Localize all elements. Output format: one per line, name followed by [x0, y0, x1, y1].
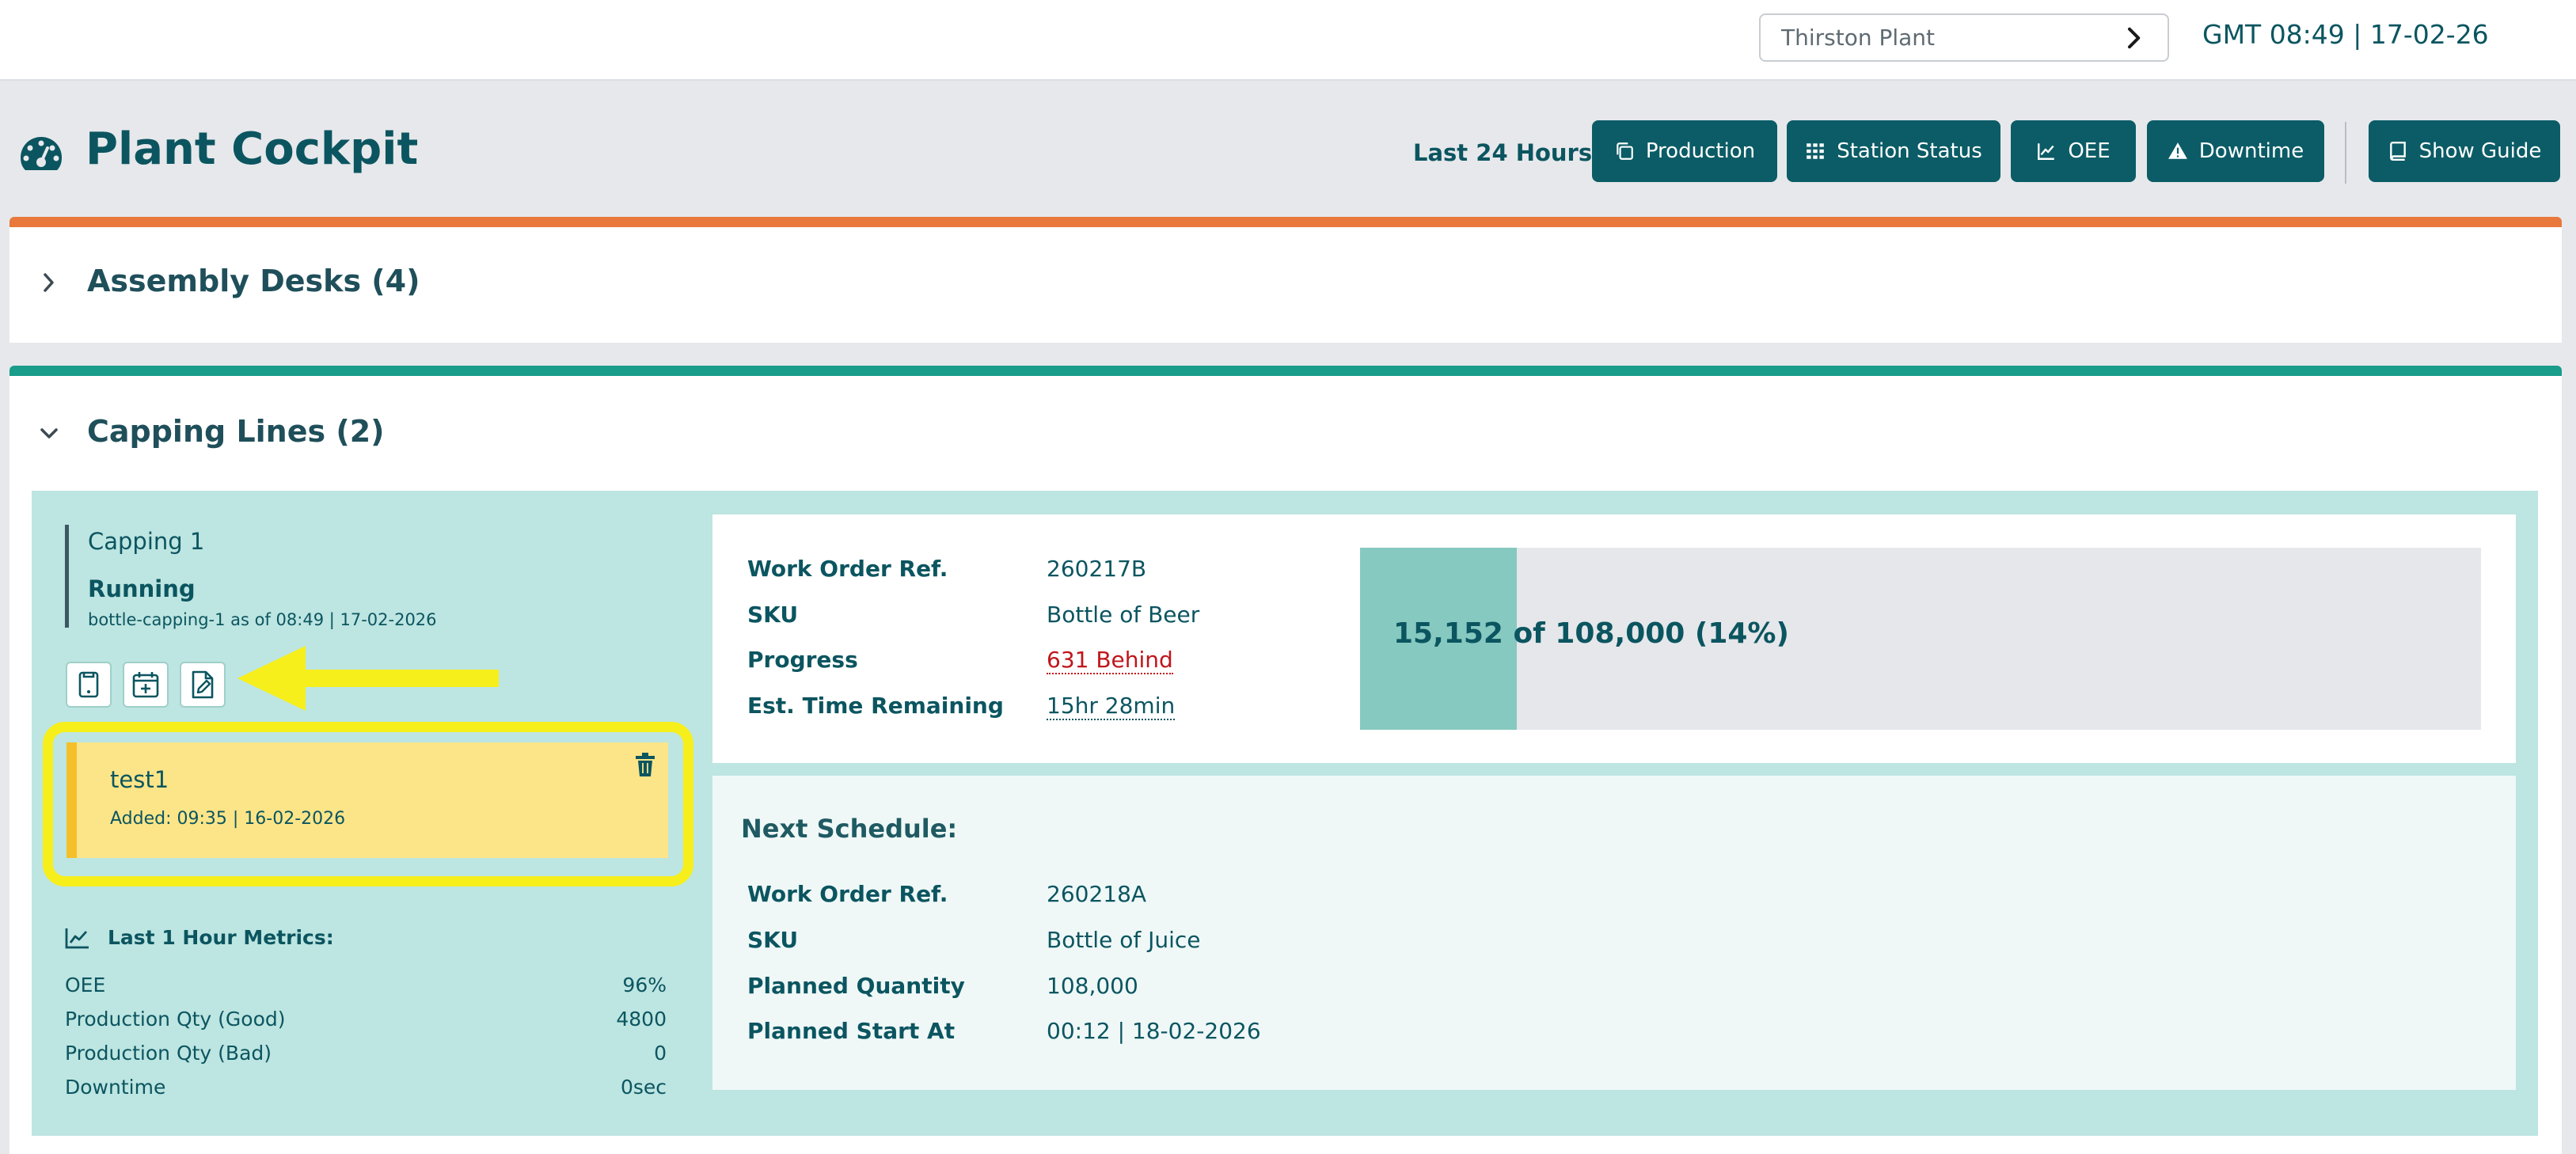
station-status-button-label: Station Status: [1837, 139, 1982, 163]
metric-label: Production Qty (Bad): [65, 1042, 272, 1065]
next-value: 00:12 | 18-02-2026: [1047, 1018, 1261, 1044]
progress-behind[interactable]: 631 Behind: [1047, 647, 1173, 674]
metric-label: Downtime: [65, 1076, 166, 1099]
chevron-right-icon: [44, 273, 54, 292]
metric-value: 0: [654, 1042, 667, 1065]
chevron-down-icon: [40, 428, 58, 438]
metric-label: Production Qty (Good): [65, 1008, 286, 1031]
gauge-icon: [21, 137, 62, 170]
metrics-title: Last 1 Hour Metrics:: [108, 926, 334, 949]
oee-button[interactable]: OEE: [2011, 120, 2136, 182]
capping-section-accent: [9, 366, 2562, 376]
progress-bar: 15,152 of 108,000 (14%): [1360, 548, 2481, 730]
time-remaining[interactable]: 15hr 28min: [1047, 693, 1176, 720]
show-guide-button[interactable]: Show Guide: [2369, 120, 2560, 182]
next-key: Planned Quantity: [747, 973, 965, 999]
show-guide-button-label: Show Guide: [2418, 139, 2542, 163]
production-button[interactable]: Production: [1592, 120, 1777, 182]
file-edit-icon: [192, 670, 214, 699]
station-state: Running: [88, 575, 196, 602]
next-key: Work Order Ref.: [747, 881, 948, 907]
assembly-section: Assembly Desks (4): [9, 227, 2562, 343]
add-note-button[interactable]: [180, 662, 226, 708]
line-chart-icon: [2038, 143, 2055, 160]
next-value: 260218A: [1047, 881, 1147, 907]
annotation-arrow-icon: [237, 646, 499, 711]
metric-value: 4800: [616, 1008, 667, 1031]
grid-icon: [1807, 143, 1825, 159]
next-schedule-title: Next Schedule:: [741, 814, 958, 844]
capping-section-toggle[interactable]: [33, 418, 65, 450]
range-label: Last 24 Hours:: [1413, 139, 1601, 166]
metric-row: Production Qty (Bad) 0: [65, 1042, 667, 1073]
trash-icon[interactable]: [633, 752, 657, 777]
downtime-button[interactable]: Downtime: [2147, 120, 2324, 182]
copy-icon: [1617, 142, 1633, 160]
wo-key: SKU: [747, 602, 799, 628]
wo-value: Bottle of Beer: [1047, 602, 1200, 628]
tablet-icon: [78, 671, 99, 698]
metric-row: Downtime 0sec: [65, 1076, 667, 1107]
header-divider: [2345, 122, 2346, 184]
warning-icon: [2168, 142, 2187, 159]
page-title: Plant Cockpit: [85, 123, 419, 175]
note-title: test1: [110, 766, 169, 793]
metric-value: 96%: [622, 974, 667, 996]
assembly-section-title[interactable]: Assembly Desks (4): [87, 264, 420, 298]
plant-selector[interactable]: Thirston Plant: [1759, 13, 2169, 62]
next-key: Planned Start At: [747, 1018, 956, 1044]
assembly-section-accent: [9, 217, 2562, 227]
station-subtitle: bottle-capping-1 as of 08:49 | 17-02-202…: [88, 610, 437, 629]
note-added: Added: 09:35 | 16-02-2026: [110, 809, 346, 829]
note-card[interactable]: test1 Added: 09:35 | 16-02-2026: [66, 742, 668, 858]
oee-button-label: OEE: [2068, 139, 2111, 163]
station-status-button[interactable]: Station Status: [1787, 120, 2000, 182]
next-value: Bottle of Juice: [1047, 927, 1201, 953]
station-status-block: Capping 1 Running bottle-capping-1 as of…: [65, 525, 445, 629]
downtime-button-label: Downtime: [2198, 139, 2304, 163]
wo-value: 260217B: [1047, 556, 1147, 582]
chevron-right-icon: [2128, 27, 2141, 49]
next-schedule-panel: Next Schedule: Work Order Ref. 260218A S…: [712, 776, 2516, 1090]
wo-key: Est. Time Remaining: [747, 693, 1004, 719]
next-value: 108,000: [1047, 973, 1138, 999]
plant-selector-value: Thirston Plant: [1781, 25, 1936, 51]
metric-row: OEE 96%: [65, 974, 667, 1005]
book-icon: [2389, 141, 2406, 161]
top-bar: Thirston Plant GMT 08:49 | 17-02-26: [0, 0, 2576, 81]
schedule-add-button[interactable]: [123, 662, 169, 708]
next-key: SKU: [747, 927, 799, 953]
metric-row: Production Qty (Good) 4800: [65, 1008, 667, 1039]
capping-section-title[interactable]: Capping Lines (2): [87, 414, 385, 449]
production-button-label: Production: [1645, 139, 1756, 163]
progress-text: 15,152 of 108,000 (14%): [1393, 617, 1789, 650]
calendar-add-icon: [132, 672, 159, 698]
metrics-header: Last 1 Hour Metrics:: [65, 926, 334, 949]
metric-value: 0sec: [620, 1076, 667, 1099]
page-header: Plant Cockpit Last 24 Hours: Production …: [0, 82, 2576, 215]
work-order-panel: Work Order Ref. 260217B SKU Bottle of Be…: [712, 514, 2516, 763]
line-chart-icon: [65, 928, 89, 948]
clock: GMT 08:49 | 17-02-26: [2202, 19, 2489, 50]
wo-key: Progress: [747, 647, 858, 673]
station-name: Capping 1: [88, 528, 205, 555]
assembly-section-toggle[interactable]: [33, 267, 65, 298]
tablet-button[interactable]: [66, 662, 112, 708]
wo-key: Work Order Ref.: [747, 556, 948, 582]
metric-label: OEE: [65, 974, 106, 996]
